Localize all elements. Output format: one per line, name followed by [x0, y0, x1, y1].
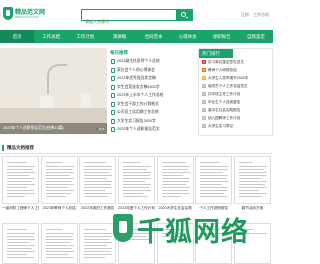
document-icon	[111, 93, 115, 98]
doc-thumbnail[interactable]	[79, 223, 117, 264]
doc-thumbnail[interactable]	[156, 156, 194, 204]
watermark: 千狐网络	[113, 204, 273, 254]
ranking-item[interactable]: 1 实习单位鉴定意见范文	[199, 58, 272, 66]
rank-badge: 2	[202, 68, 206, 72]
document-icon	[111, 59, 115, 64]
slide-dot[interactable]	[99, 128, 101, 130]
doc-thumbnail[interactable]	[79, 156, 117, 204]
main-nav: 首页 工作总结 工作计划 演讲稿 合同范本 心得体会 述职报告 自我鉴定	[0, 30, 273, 43]
list-item[interactable]: 公司员工试用期工作总结	[110, 108, 190, 117]
daily-recommend: 每日推荐 2023副主任医师个人总结 家长会个人的心得体会 2023年优秀党员发…	[110, 48, 190, 134]
main-content: 2024年个人述职报告范文(经典10篇) 每日推荐 2023副主任医师个人总结 …	[0, 46, 273, 136]
search-button[interactable]	[176, 10, 192, 20]
nav-item-home[interactable]: 首页	[0, 30, 35, 43]
ranking-item[interactable]: 3 大学生入党申请书2000字	[199, 74, 272, 82]
register-link[interactable]: 注册	[241, 12, 249, 17]
header-links: 注册 工作总结	[238, 12, 269, 18]
doc-thumbnail[interactable]	[40, 223, 78, 264]
rank-badge: 5	[202, 92, 206, 96]
doc-thumbnail[interactable]	[233, 156, 271, 204]
hot-ranking: 热门排行 1 实习单位鉴定意见范文 2 教师个人研修总结 3 大学生入党申请书2000…	[198, 48, 273, 136]
document-icon	[111, 76, 115, 81]
list-item[interactable]: 学生会干部工作计划格式	[110, 100, 190, 109]
page: 精品范文网 www.mxzx.com 注册 工作总结 首页 工作总结 工作计划 …	[0, 0, 273, 264]
document-icon	[111, 101, 115, 107]
nav-item-work-summary[interactable]: 工作总结	[34, 30, 68, 43]
list-item[interactable]: 学生会竞选发言稿1500字	[110, 83, 190, 92]
rank-badge: 6	[202, 100, 206, 104]
nav-item-contract[interactable]: 合同范本	[137, 30, 171, 43]
rank-badge: 3	[202, 76, 206, 80]
doc-thumbnail[interactable]	[2, 156, 39, 204]
rank-badge: 9	[202, 124, 206, 128]
document-icon	[111, 84, 115, 90]
list-item[interactable]: 家长会个人的心得体会	[110, 66, 190, 75]
ranking-item[interactable]: 7 高中生社会实践报告	[199, 106, 272, 114]
watermark-text: 千狐网络	[137, 217, 249, 248]
rank-badge: 1	[202, 60, 206, 64]
doc-thumbnail[interactable]	[40, 156, 78, 204]
doc-thumbnail[interactable]	[117, 156, 155, 204]
doc-title[interactable]: 一级消防工程师个人工作	[2, 206, 39, 211]
search-box	[81, 9, 193, 27]
document-icon	[111, 127, 115, 132]
logo-icon	[3, 7, 13, 20]
doc-thumbnail[interactable]	[2, 223, 39, 264]
list-item[interactable]: 2023年上半年个人工作总结	[110, 91, 190, 100]
doc-card[interactable]: 2023年教师个人总结	[40, 156, 78, 220]
doc-title[interactable]: 2022年政府工作报告	[79, 206, 116, 211]
lamp-illustration	[47, 64, 67, 94]
divider	[0, 153, 273, 154]
logo-url: www.mxzx.com	[15, 15, 40, 19]
site-logo[interactable]: 精品范文网 www.mxzx.com	[3, 6, 45, 22]
banner-slide[interactable]: 2024年个人述职报告范文(经典10篇)	[0, 48, 107, 134]
nav-item-report[interactable]: 述职报告	[205, 30, 239, 43]
rank-badge: 7	[202, 108, 206, 112]
section-title: 精品文档推荐	[7, 145, 34, 150]
vase-illustration	[81, 94, 91, 108]
banner-caption[interactable]: 2024年个人述职报告范文(经典10篇)	[0, 123, 107, 134]
ranking-item[interactable]: 8 幼儿园教师工作计划	[199, 114, 272, 122]
ranking-item[interactable]: 4 保安员个人工作总结范文	[199, 82, 272, 90]
list-item[interactable]: 2023副主任医师个人总结	[110, 57, 190, 66]
doc-title[interactable]: 2023年教师个人总结	[41, 206, 78, 211]
list-item[interactable]: 2023年个人述职报告范文	[110, 125, 190, 134]
document-icon	[111, 110, 115, 115]
rank-badge: 4	[202, 84, 206, 88]
daily-title: 每日推荐	[110, 50, 128, 55]
doc-card[interactable]: 一级消防工程师个人工作	[2, 156, 39, 220]
nav-item-work-plan[interactable]: 工作计划	[68, 30, 102, 43]
list-item[interactable]: 2023年优秀党员发言稿	[110, 74, 190, 83]
ranking-item[interactable]: 9 大学生实习周记	[199, 122, 272, 130]
search-input[interactable]	[82, 16, 174, 27]
slide-dot[interactable]	[102, 128, 104, 130]
ranking-item[interactable]: 5 初中班主任工作计划	[199, 90, 272, 98]
header: 精品范文网 www.mxzx.com 注册 工作总结	[0, 0, 273, 30]
ranking-item[interactable]: 6 毕业生个人自我鉴定	[199, 98, 272, 106]
document-icon	[111, 67, 115, 73]
slide-dot[interactable]	[96, 128, 98, 130]
doc-thumbnail[interactable]	[195, 156, 233, 204]
watermark-logo-icon	[113, 214, 133, 242]
work-summary-link[interactable]: 工作总结	[253, 12, 269, 17]
list-item[interactable]: 大学生实习报告3000字	[110, 117, 190, 126]
doc-card[interactable]: 2022年政府工作报告	[79, 156, 117, 220]
document-icon	[111, 118, 115, 124]
nav-item-speech[interactable]: 演讲稿	[102, 30, 136, 43]
slide-dots	[96, 128, 104, 130]
nav-item-self-assessment[interactable]: 自我鉴定	[239, 30, 273, 43]
rank-badge: 8	[202, 116, 206, 120]
nav-item-experience[interactable]: 心得体会	[171, 30, 205, 43]
ranking-item[interactable]: 2 教师个人研修总结	[199, 66, 272, 74]
hot-title: 热门排行	[199, 49, 233, 58]
search-icon	[181, 12, 186, 17]
